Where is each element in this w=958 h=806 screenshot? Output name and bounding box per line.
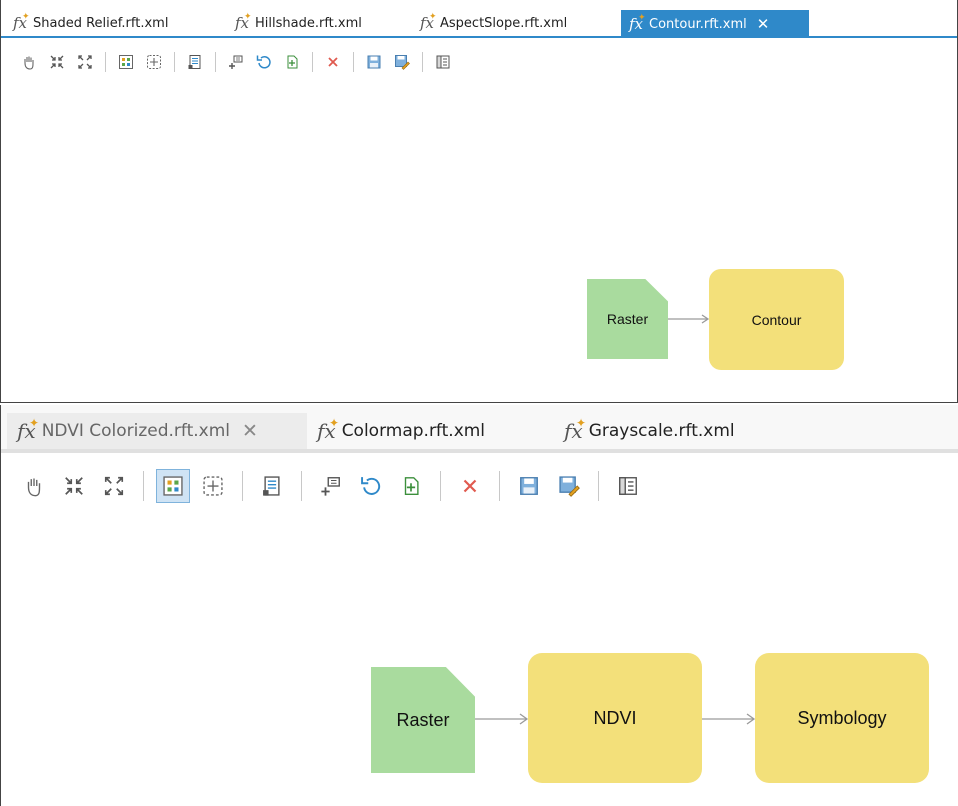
pan-icon[interactable] xyxy=(17,469,51,503)
toolbar-separator xyxy=(143,471,144,501)
node-label: Raster xyxy=(396,709,450,730)
raster-node[interactable]: Raster xyxy=(371,667,475,773)
node-label: Raster xyxy=(606,311,649,327)
undo-icon[interactable] xyxy=(354,469,388,503)
template-canvas[interactable]: Raster Contour xyxy=(1,88,957,402)
node-label: Symbology xyxy=(797,707,887,728)
raster-node[interactable]: Raster xyxy=(587,279,668,359)
close-icon[interactable]: ✕ xyxy=(242,420,258,442)
toolbar-separator xyxy=(353,52,354,72)
tab-label: Colormap.rft.xml xyxy=(341,421,486,441)
toolbar-separator xyxy=(242,471,243,501)
tab-strip-underline xyxy=(1,449,958,453)
tab-label: Grayscale.rft.xml xyxy=(588,421,735,441)
save-icon[interactable] xyxy=(362,50,386,74)
close-icon[interactable]: ✕ xyxy=(757,15,770,33)
toolbar-separator xyxy=(422,52,423,72)
toolbar-separator xyxy=(174,52,175,72)
tab-colormap[interactable]: fx ✦ Colormap.rft.xml xyxy=(307,413,495,449)
tab-grayscale[interactable]: fx ✦ Grayscale.rft.xml xyxy=(554,413,745,449)
properties-icon[interactable] xyxy=(255,469,289,503)
save-as-icon[interactable] xyxy=(552,469,586,503)
connector-arrow xyxy=(702,713,756,725)
tab-hillshade[interactable]: fx ✦ Hillshade.rft.xml xyxy=(227,10,370,36)
toolbar-separator xyxy=(215,52,216,72)
raster-function-icon: fx ✦ xyxy=(317,416,340,443)
tab-ndvi-colorized[interactable]: fx ✦ NDVI Colorized.rft.xml ✕ xyxy=(7,413,307,449)
auto-layout-icon[interactable] xyxy=(114,50,138,74)
raster-function-icon: fx ✦ xyxy=(13,12,30,32)
new-template-icon[interactable] xyxy=(280,50,304,74)
undo-icon[interactable] xyxy=(252,50,276,74)
toolbar-separator xyxy=(301,471,302,501)
editor-toolbar xyxy=(1,463,958,509)
add-function-icon[interactable] xyxy=(314,469,348,503)
delete-icon[interactable] xyxy=(321,50,345,74)
tab-shaded-relief[interactable]: fx ✦ Shaded Relief.rft.xml xyxy=(5,10,176,36)
raster-function-icon: fx ✦ xyxy=(235,12,252,32)
new-template-icon[interactable] xyxy=(394,469,428,503)
toolbar-separator xyxy=(440,471,441,501)
bottom-template-editor: fx ✦ NDVI Colorized.rft.xml ✕ fx ✦ Colorma… xyxy=(0,405,958,806)
auto-layout-icon[interactable] xyxy=(156,469,190,503)
node-label: NDVI xyxy=(593,707,637,728)
tab-label: Hillshade.rft.xml xyxy=(255,15,362,31)
tab-strip-underline xyxy=(1,36,957,38)
toolbar-separator xyxy=(105,52,106,72)
template-properties-icon[interactable] xyxy=(431,50,455,74)
node-label: Contour xyxy=(751,311,802,328)
fit-to-window-icon[interactable] xyxy=(45,50,69,74)
editor-toolbar xyxy=(1,46,957,78)
delete-icon[interactable] xyxy=(453,469,487,503)
properties-icon[interactable] xyxy=(183,50,207,74)
tab-label: AspectSlope.rft.xml xyxy=(440,15,568,31)
contour-function-node[interactable]: Contour xyxy=(709,269,844,370)
save-as-icon[interactable] xyxy=(390,50,414,74)
raster-function-icon: fx ✦ xyxy=(564,416,587,443)
add-function-icon[interactable] xyxy=(224,50,248,74)
pan-icon[interactable] xyxy=(17,50,41,74)
fixed-extent-icon[interactable] xyxy=(142,50,166,74)
raster-function-icon: fx ✦ xyxy=(17,416,40,443)
toolbar-separator xyxy=(312,52,313,72)
raster-function-icon: fx ✦ xyxy=(420,12,437,32)
template-properties-icon[interactable] xyxy=(611,469,645,503)
tab-label: Contour.rft.xml xyxy=(649,16,747,32)
ndvi-function-node[interactable]: NDVI xyxy=(528,653,702,783)
connector-arrow xyxy=(668,314,710,324)
toolbar-separator xyxy=(499,471,500,501)
save-icon[interactable] xyxy=(512,469,546,503)
connector-arrow xyxy=(475,713,529,725)
top-template-editor: fx ✦ Shaded Relief.rft.xml fx ✦ Hillshade.… xyxy=(0,0,958,403)
full-extent-icon[interactable] xyxy=(73,50,97,74)
tab-label: Shaded Relief.rft.xml xyxy=(33,15,169,31)
fixed-extent-icon[interactable] xyxy=(196,469,230,503)
tab-label: NDVI Colorized.rft.xml xyxy=(41,421,231,441)
full-extent-icon[interactable] xyxy=(97,469,131,503)
tab-strip: fx ✦ Shaded Relief.rft.xml fx ✦ Hillshade.… xyxy=(1,0,957,38)
raster-function-icon: fx ✦ xyxy=(629,13,646,33)
tab-contour[interactable]: fx ✦ Contour.rft.xml ✕ xyxy=(621,10,809,38)
toolbar-separator xyxy=(598,471,599,501)
tab-strip: fx ✦ NDVI Colorized.rft.xml ✕ fx ✦ Colorma… xyxy=(1,405,958,453)
fit-to-window-icon[interactable] xyxy=(57,469,91,503)
symbology-function-node[interactable]: Symbology xyxy=(755,653,929,783)
template-canvas[interactable]: Raster NDVI Symbology xyxy=(1,517,958,806)
tab-aspectslope[interactable]: fx ✦ AspectSlope.rft.xml xyxy=(412,10,575,36)
